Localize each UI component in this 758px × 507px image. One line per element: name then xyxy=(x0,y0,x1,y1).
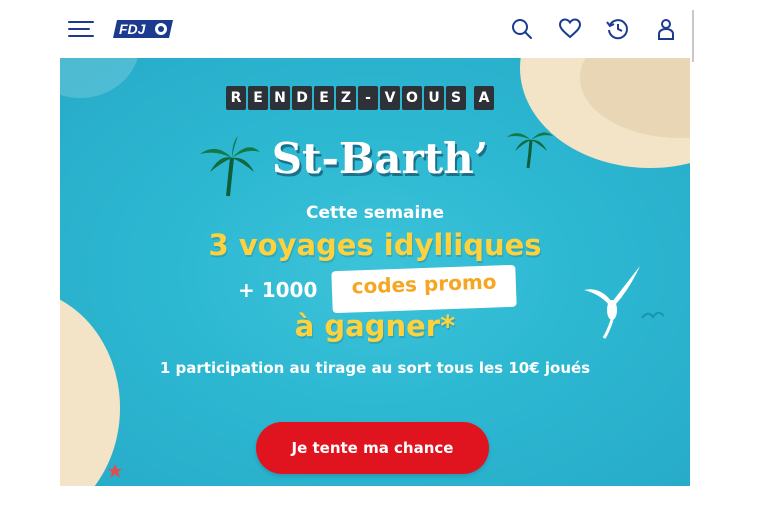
rdv-letter: V xyxy=(380,86,400,110)
promo-conditions: 1 participation au tirage au sort tous l… xyxy=(159,359,591,377)
rendez-vous-title: R E N D E Z - V O U S A xyxy=(226,86,494,110)
small-bird-icon xyxy=(641,311,665,319)
rdv-letter: E xyxy=(314,86,334,110)
rdv-gap xyxy=(468,86,472,110)
starfish-icon xyxy=(108,464,122,478)
rdv-letter: R xyxy=(226,86,246,110)
rdv-letter: D xyxy=(292,86,312,110)
heart-icon[interactable] xyxy=(557,16,583,42)
palm-tree-left-icon xyxy=(200,136,260,197)
palm-tree-right-icon xyxy=(507,132,553,169)
promo-headline: 3 voyages idylliques xyxy=(208,228,542,262)
top-header: FDJ xyxy=(60,0,690,58)
rdv-letter: S xyxy=(446,86,466,110)
rdv-letter: - xyxy=(358,86,378,110)
rdv-letter: U xyxy=(424,86,444,110)
water-shine xyxy=(60,58,140,98)
fdj-logo[interactable]: FDJ xyxy=(113,18,175,40)
user-icon[interactable] xyxy=(653,16,679,42)
search-icon[interactable] xyxy=(509,16,535,42)
rdv-letter: O xyxy=(402,86,422,110)
hamburger-menu-icon[interactable] xyxy=(68,19,94,39)
rdv-letter: E xyxy=(248,86,268,110)
cta-button[interactable]: Je tente ma chance xyxy=(256,422,489,474)
seagull-icon xyxy=(584,266,640,339)
rdv-letter: N xyxy=(270,86,290,110)
scrollbar-thumb[interactable] xyxy=(692,10,694,62)
rdv-letter: A xyxy=(474,86,494,110)
history-icon[interactable] xyxy=(605,16,631,42)
promo-banner[interactable]: R E N D E Z - V O U S A St-Barth’ Cette … xyxy=(60,58,690,486)
destination-title: St-Barth’ xyxy=(271,134,489,183)
promo-count: + 1000 xyxy=(238,278,318,302)
page: FDJ R E N D E Z - V O U S A St-Barth’ Ce… xyxy=(0,0,758,507)
scrollbar[interactable] xyxy=(690,10,696,485)
logo-text: FDJ xyxy=(119,21,147,37)
rdv-letter: Z xyxy=(336,86,356,110)
promo-subtitle: Cette semaine xyxy=(305,203,444,223)
